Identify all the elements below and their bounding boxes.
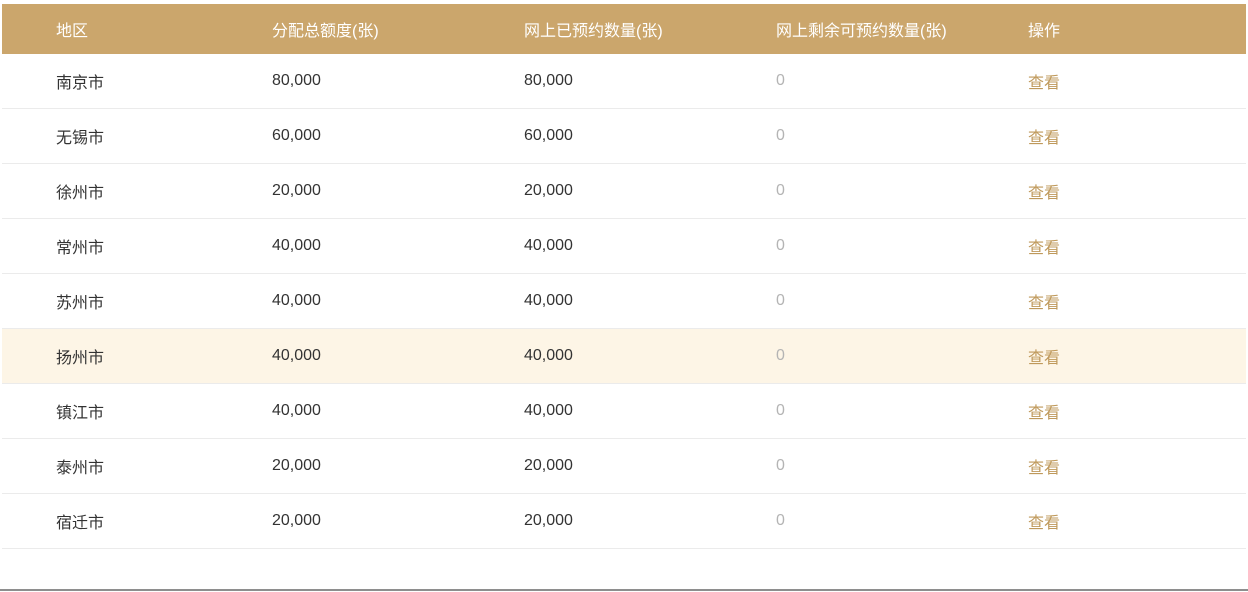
- view-link[interactable]: 查看: [1028, 295, 1060, 312]
- column-header-booked-count: 网上已预约数量(张): [524, 23, 663, 40]
- table-row: 宿迁市 20,000 20,000 0 查看: [2, 493, 1246, 549]
- region-cell: 苏州市: [2, 273, 218, 329]
- total-quota-cell: 20,000: [218, 438, 470, 494]
- booked-count-cell: 20,000: [470, 163, 722, 219]
- action-cell: 查看: [974, 108, 1246, 164]
- header-row: 地区 分配总额度(张) 网上已预约数量(张) 网上剩余可预约数量(张) 操作: [2, 4, 1246, 54]
- action-cell: 查看: [974, 383, 1246, 439]
- remaining-count-cell: 0: [722, 493, 974, 549]
- region-cell: 无锡市: [2, 108, 218, 164]
- booked-count-cell: 20,000: [470, 438, 722, 494]
- view-link[interactable]: 查看: [1028, 75, 1060, 92]
- remaining-count-cell: 0: [722, 328, 974, 384]
- booked-count-cell: 20,000: [470, 493, 722, 549]
- remaining-count-cell: 0: [722, 383, 974, 439]
- action-cell: 查看: [974, 163, 1246, 219]
- total-quota-cell: 80,000: [218, 54, 470, 109]
- table-row: 南京市 80,000 80,000 0 查看: [2, 54, 1246, 109]
- booked-count-cell: 80,000: [470, 54, 722, 109]
- view-link[interactable]: 查看: [1028, 350, 1060, 367]
- remaining-count-cell: 0: [722, 218, 974, 274]
- booked-count-cell: 40,000: [470, 218, 722, 274]
- table-row: 泰州市 20,000 20,000 0 查看: [2, 438, 1246, 494]
- bottom-divider: [0, 589, 1248, 591]
- remaining-count-cell: 0: [722, 163, 974, 219]
- view-link[interactable]: 查看: [1028, 460, 1060, 477]
- view-link[interactable]: 查看: [1028, 240, 1060, 257]
- view-link[interactable]: 查看: [1028, 515, 1060, 532]
- action-cell: 查看: [974, 218, 1246, 274]
- table-row: 徐州市 20,000 20,000 0 查看: [2, 163, 1246, 219]
- total-quota-cell: 40,000: [218, 383, 470, 439]
- remaining-count-cell: 0: [722, 54, 974, 109]
- action-cell: 查看: [974, 273, 1246, 329]
- region-cell: 镇江市: [2, 383, 218, 439]
- booked-count-cell: 40,000: [470, 328, 722, 384]
- total-quota-cell: 40,000: [218, 328, 470, 384]
- region-cell: 常州市: [2, 218, 218, 274]
- total-quota-cell: 40,000: [218, 273, 470, 329]
- booked-count-cell: 60,000: [470, 108, 722, 164]
- action-cell: 查看: [974, 493, 1246, 549]
- region-cell: 宿迁市: [2, 493, 218, 549]
- quota-table: 地区 分配总额度(张) 网上已预约数量(张) 网上剩余可预约数量(张) 操作 南…: [2, 4, 1246, 549]
- table-row: 常州市 40,000 40,000 0 查看: [2, 218, 1246, 274]
- action-cell: 查看: [974, 328, 1246, 384]
- column-header-action: 操作: [1028, 23, 1061, 40]
- action-cell: 查看: [974, 54, 1246, 109]
- region-cell: 泰州市: [2, 438, 218, 494]
- view-link[interactable]: 查看: [1028, 405, 1060, 422]
- table-row: 苏州市 40,000 40,000 0 查看: [2, 273, 1246, 329]
- action-cell: 查看: [974, 438, 1246, 494]
- view-link[interactable]: 查看: [1028, 130, 1060, 147]
- total-quota-cell: 40,000: [218, 218, 470, 274]
- region-cell: 南京市: [2, 54, 218, 109]
- view-link[interactable]: 查看: [1028, 185, 1060, 202]
- column-header-remaining-count: 网上剩余可预约数量(张): [776, 23, 947, 40]
- quota-table-grid: 地区 分配总额度(张) 网上已预约数量(张) 网上剩余可预约数量(张) 操作 南…: [2, 4, 1246, 549]
- remaining-count-cell: 0: [722, 273, 974, 329]
- region-cell: 扬州市: [2, 328, 218, 384]
- total-quota-cell: 20,000: [218, 163, 470, 219]
- booked-count-cell: 40,000: [470, 383, 722, 439]
- booked-count-cell: 40,000: [470, 273, 722, 329]
- table-header: 地区 分配总额度(张) 网上已预约数量(张) 网上剩余可预约数量(张) 操作: [2, 4, 1246, 54]
- table-row: 扬州市 40,000 40,000 0 查看: [2, 328, 1246, 384]
- total-quota-cell: 20,000: [218, 493, 470, 549]
- column-header-region: 地区: [56, 23, 89, 40]
- total-quota-cell: 60,000: [218, 108, 470, 164]
- remaining-count-cell: 0: [722, 108, 974, 164]
- remaining-count-cell: 0: [722, 438, 974, 494]
- table-row: 无锡市 60,000 60,000 0 查看: [2, 108, 1246, 164]
- table-body: 南京市 80,000 80,000 0 查看 无锡市 60,000 60,000…: [2, 54, 1246, 549]
- column-header-total-quota: 分配总额度(张): [272, 23, 379, 40]
- table-row: 镇江市 40,000 40,000 0 查看: [2, 383, 1246, 439]
- region-cell: 徐州市: [2, 163, 218, 219]
